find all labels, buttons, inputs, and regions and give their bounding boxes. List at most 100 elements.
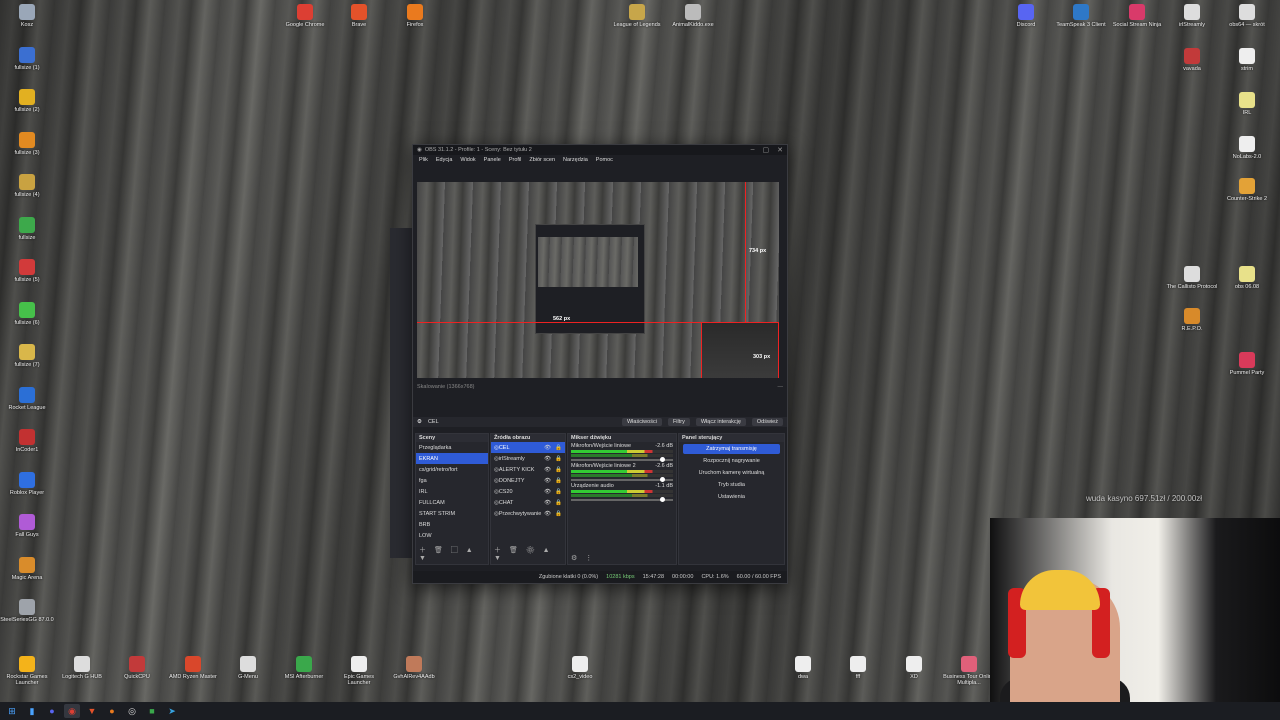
scene-item[interactable]: FULLCAM xyxy=(416,497,488,508)
chrome-taskbar-icon[interactable]: ◉ xyxy=(64,704,80,718)
desktop-icon[interactable]: obs 06.08 xyxy=(1220,266,1274,290)
start-icon[interactable]: ⊞ xyxy=(4,704,20,718)
desktop-icon[interactable]: Brave xyxy=(332,4,386,28)
volume-slider[interactable] xyxy=(571,497,673,502)
source-item[interactable]: ◎ CHAT 👁 🔒 xyxy=(491,497,565,508)
lock-icon[interactable]: 🔒 xyxy=(555,456,562,462)
desktop-icon[interactable]: dwa xyxy=(776,656,830,680)
desktop-icon[interactable]: League of Legends xyxy=(610,4,664,28)
volume-knob[interactable] xyxy=(660,497,665,502)
desktop-icon[interactable]: fullsize (1) xyxy=(0,46,54,71)
maximize-icon[interactable]: ▢ xyxy=(763,146,770,154)
volume-knob[interactable] xyxy=(660,477,665,482)
virtual-camera-button[interactable]: Uruchom kamerę wirtualną xyxy=(683,468,780,478)
sources-footer-controls[interactable]: ＋ 🗑 ⚙ ▲ ▼ xyxy=(494,545,565,562)
lock-icon[interactable]: 🔒 xyxy=(555,511,562,517)
brave-taskbar-icon[interactable]: ▼ xyxy=(84,704,100,718)
scene-item[interactable]: LOW xyxy=(416,530,488,541)
start-recording-button[interactable]: Rozpocznij nagrywanie xyxy=(683,456,780,466)
desktop-icon[interactable]: Counter-Strike 2 xyxy=(1220,178,1274,202)
desktop-icon[interactable]: G-Menu xyxy=(221,656,275,680)
menu-item[interactable]: Pomoc xyxy=(596,157,613,163)
visibility-icon[interactable]: 👁 xyxy=(544,500,551,506)
desktop-icon[interactable]: Epic Games Launcher xyxy=(332,656,386,686)
desktop-icon[interactable]: fullsize (3) xyxy=(0,131,54,156)
desktop-icon[interactable]: InCoder1 xyxy=(0,429,54,453)
obs-titlebar[interactable]: ◉ OBS 31.1.2 - Profile: 1 - Sceny: Bez t… xyxy=(413,145,787,155)
settings-button[interactable]: Ustawienia xyxy=(683,492,780,502)
volume-slider[interactable] xyxy=(571,457,673,462)
visibility-icon[interactable]: 👁 xyxy=(544,489,551,495)
refresh-button[interactable]: Odśwież xyxy=(751,418,783,426)
obs-taskbar-icon[interactable]: ◎ xyxy=(124,704,140,718)
desktop-icon[interactable]: XD xyxy=(887,656,941,680)
desktop-icon[interactable]: fullsize (7) xyxy=(0,344,54,368)
desktop-icon[interactable]: fullsize (5) xyxy=(0,259,54,283)
desktop-icon[interactable]: fullsize (6) xyxy=(0,301,54,326)
desktop-icon[interactable]: MSI Afterburner xyxy=(277,656,331,680)
menu-item[interactable]: Plik xyxy=(419,157,428,163)
desktop-icon[interactable]: AnimalKiddo.exe xyxy=(666,4,720,28)
desktop-icon[interactable]: Rockstar Games Launcher xyxy=(0,656,54,686)
stop-stream-button[interactable]: Zatrzymaj transmisję xyxy=(683,444,780,454)
source-item[interactable]: ◎ CEL 👁 🔒 xyxy=(491,442,565,453)
desktop-icon[interactable]: Logitech G HUB xyxy=(55,656,109,680)
desktop-icon[interactable]: Rocket League xyxy=(0,386,54,411)
visibility-icon[interactable]: 👁 xyxy=(544,456,551,462)
source-item[interactable]: ◎ ALERTY KICK 👁 🔒 xyxy=(491,464,565,475)
source-item[interactable]: ◎ Przechwytywanie 👁 🔒 xyxy=(491,508,565,519)
desktop-icon[interactable]: GvhAlRev4AAdb xyxy=(387,656,441,680)
desktop-icon[interactable]: Kosz xyxy=(0,4,54,28)
desktop-icon[interactable]: Roblox Player xyxy=(0,471,54,496)
desktop-icon[interactable]: The Callisto Protocol xyxy=(1165,266,1219,290)
scene-item[interactable]: IRL xyxy=(416,486,488,497)
minimize-icon[interactable]: – xyxy=(751,146,755,154)
desktop-icon[interactable]: Google Chrome xyxy=(278,4,332,28)
desktop-icon[interactable]: QuickCPU xyxy=(110,656,164,680)
lock-icon[interactable]: 🔒 xyxy=(555,445,562,451)
files-icon[interactable]: ▮ xyxy=(24,704,40,718)
source-item[interactable]: ◎ CS20 👁 🔒 xyxy=(491,486,565,497)
desktop-icon[interactable]: NoLabs-2.0 xyxy=(1220,136,1274,160)
source-item[interactable]: ◎ irlStreamly 👁 🔒 xyxy=(491,453,565,464)
mixer-footer-controls[interactable]: ⚙ ⋮ xyxy=(571,554,595,562)
desktop-icon[interactable]: fullsize (2) xyxy=(0,89,54,113)
visibility-icon[interactable]: 👁 xyxy=(544,445,551,451)
lock-icon[interactable]: 🔒 xyxy=(555,478,562,484)
volume-slider[interactable] xyxy=(571,477,673,482)
desktop-icon[interactable]: R.E.P.O. xyxy=(1165,308,1219,332)
lock-icon[interactable]: 🔒 xyxy=(555,467,562,473)
scene-item[interactable]: fga xyxy=(416,475,488,486)
desktop-icon[interactable]: Discord xyxy=(999,4,1053,28)
menu-item[interactable]: Profil xyxy=(509,157,522,163)
desktop-icon[interactable]: fullsize xyxy=(0,216,54,241)
desktop-icon[interactable]: obs64 — skrót xyxy=(1220,4,1274,28)
desktop-icon[interactable]: Business Tour Online Multipla... xyxy=(942,656,996,686)
scene-item[interactable]: START STRIM xyxy=(416,508,488,519)
scene-item[interactable]: BRB xyxy=(416,519,488,530)
preview-canvas[interactable]: 734 px 562 px 303 px xyxy=(417,182,779,378)
desktop-icon[interactable]: cs2_video xyxy=(553,656,607,680)
close-icon[interactable]: ✕ xyxy=(777,146,783,154)
desktop-icon[interactable]: fff xyxy=(831,656,885,680)
desktop-icon[interactable]: Fall Guys xyxy=(0,514,54,538)
desktop-icon[interactable]: Magic Arena xyxy=(0,556,54,581)
lock-icon[interactable]: 🔒 xyxy=(555,489,562,495)
desktop-icon[interactable]: Firefox xyxy=(388,4,442,28)
desktop-icon[interactable]: strim xyxy=(1220,48,1274,72)
discord-taskbar-icon[interactable]: ● xyxy=(44,704,60,718)
source-gear-icon[interactable]: ⚙ xyxy=(417,419,422,425)
visibility-icon[interactable]: 👁 xyxy=(544,478,551,484)
menu-item[interactable]: Widok xyxy=(460,157,475,163)
scenes-footer-controls[interactable]: ＋ 🗑 ▢ ▲ ▼ xyxy=(419,545,488,562)
desktop-icon[interactable]: Pummel Party xyxy=(1220,352,1274,376)
menu-item[interactable]: Edycja xyxy=(436,157,453,163)
scene-item[interactable]: EKRAN xyxy=(416,453,488,464)
source-item[interactable]: ◎ DONEJTY 👁 🔒 xyxy=(491,475,565,486)
desktop-icon[interactable]: irlStreamly xyxy=(1165,4,1219,28)
volume-knob[interactable] xyxy=(660,457,665,462)
desktop-icon[interactable]: vavada xyxy=(1165,48,1219,72)
properties-button[interactable]: Właściwości xyxy=(621,418,662,426)
desktop-icon[interactable]: Social Stream Ninja xyxy=(1110,4,1164,28)
lock-icon[interactable]: 🔒 xyxy=(555,500,562,506)
